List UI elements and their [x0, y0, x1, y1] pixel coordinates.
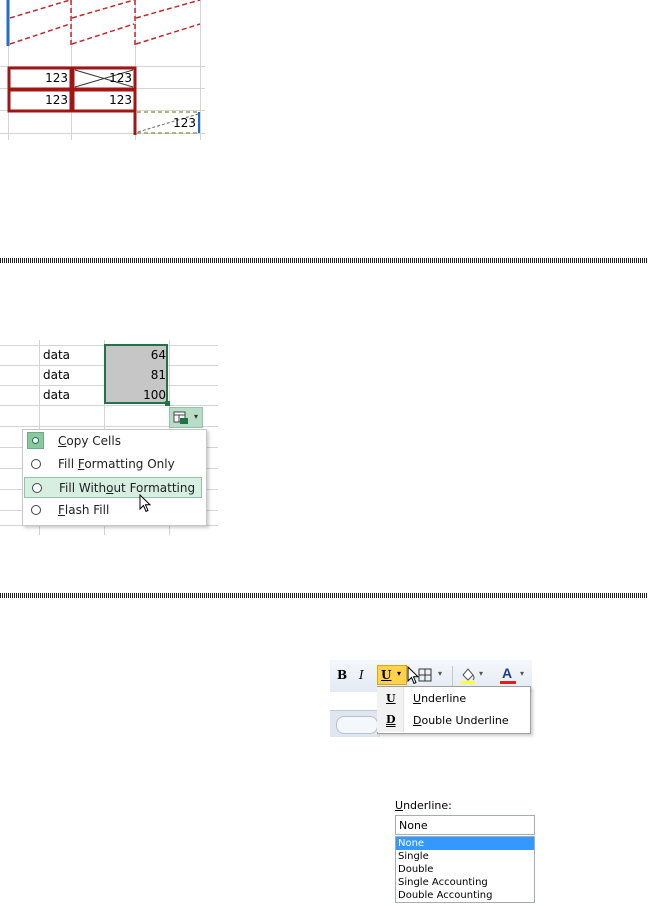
radio-icon — [31, 459, 41, 469]
underline-select-value: None — [399, 819, 428, 832]
menu-item-accelerator: F — [58, 503, 65, 517]
section-divider — [0, 593, 648, 598]
label-accelerator: U — [395, 799, 404, 812]
italic-button[interactable]: I — [359, 668, 364, 682]
list-option-none[interactable]: None — [396, 837, 534, 850]
row-label[interactable]: data — [43, 388, 70, 402]
cell-value[interactable]: 123 — [12, 93, 68, 107]
radio-icon — [32, 483, 42, 493]
menu-item-fill-without-formatting[interactable]: Fill Without Formatting — [24, 477, 202, 498]
menu-item-label: ouble Underline — [421, 714, 509, 727]
font-color-button[interactable]: A — [500, 664, 518, 686]
cell-value[interactable]: 123 — [76, 93, 132, 107]
menu-item-double-underline[interactable]: D Double Underline — [378, 711, 528, 731]
panel-borders: 123 123 123 123 123 — [0, 0, 648, 150]
cell-value[interactable]: 123 — [140, 116, 196, 130]
mouse-cursor-icon — [139, 494, 152, 513]
font-color-bar — [500, 681, 516, 684]
autofill-options-button[interactable]: ▾ — [169, 407, 203, 428]
underline-label: U — [381, 668, 392, 682]
underline-options-list: None Single Double Single Accounting Dou… — [395, 836, 535, 903]
fill-color-icon[interactable] — [459, 666, 477, 684]
menu-item-copy-cells[interactable]: Copy Cells — [24, 431, 202, 452]
formula-bar-pill — [336, 716, 378, 734]
list-option-single-accounting[interactable]: Single Accounting — [396, 876, 534, 889]
menu-item-label: lash Fill — [64, 503, 110, 517]
list-option-single[interactable]: Single — [396, 850, 534, 863]
chevron-down-icon[interactable]: ▾ — [438, 669, 442, 678]
underline-button[interactable]: U ▾ — [377, 665, 407, 685]
row-label[interactable]: data — [43, 348, 70, 362]
font-color-letter: A — [502, 665, 513, 681]
menu-item-label: Fill — [58, 457, 78, 471]
row-value[interactable]: 81 — [108, 368, 166, 382]
panel-underline-toolbar: B I U ▾ ▾ ▾ A ▾ U Underline D Double Und… — [330, 660, 532, 737]
chevron-down-icon: ▾ — [194, 412, 199, 421]
menu-item-label: ormatting Only — [84, 457, 175, 471]
toolbar-separator — [452, 666, 453, 686]
radio-icon — [31, 505, 41, 515]
menu-item-label: Fill With — [59, 481, 107, 495]
cell-value[interactable]: 123 — [76, 71, 132, 85]
chevron-down-icon: ▾ — [397, 669, 402, 678]
menu-item-underline[interactable]: U Underline — [378, 689, 528, 709]
section-divider — [0, 258, 648, 263]
menu-item-flash-fill[interactable]: Flash Fill — [24, 500, 202, 521]
underline-icon: U — [386, 692, 396, 705]
row-label[interactable]: data — [43, 368, 70, 382]
underline-field-label: Underline: — [395, 799, 452, 812]
menu-item-fill-formatting-only[interactable]: Fill Formatting Only — [24, 454, 202, 475]
underline-select[interactable]: None — [395, 815, 535, 835]
panel-underline-dialog: Underline: None None Single Double Singl… — [390, 796, 540, 904]
list-option-double[interactable]: Double — [396, 863, 534, 876]
menu-item-label: opy Cells — [66, 434, 121, 448]
row-value[interactable]: 100 — [108, 388, 166, 402]
radio-dot — [32, 437, 39, 444]
list-option-double-accounting[interactable]: Double Accounting — [396, 889, 534, 902]
menu-item-label: nderline — [421, 692, 467, 705]
panel-autofill: data data data 64 81 100 ▾ Copy Cells Fi… — [0, 330, 648, 540]
autofill-options-icon — [173, 411, 188, 424]
label-text: nderline: — [403, 799, 452, 812]
row-value[interactable]: 64 — [108, 348, 166, 362]
diagonal-border-cells — [6, 0, 201, 46]
menu-item-accelerator: U — [413, 692, 422, 705]
menu-item-label: ut Formatting — [113, 481, 196, 495]
chevron-down-icon[interactable]: ▾ — [520, 669, 524, 678]
borders-icon[interactable] — [418, 668, 432, 682]
chevron-down-icon[interactable]: ▾ — [479, 669, 483, 678]
bold-button[interactable]: B — [337, 668, 347, 682]
cell-value[interactable]: 123 — [12, 71, 68, 85]
double-underline-icon: D — [386, 713, 396, 726]
